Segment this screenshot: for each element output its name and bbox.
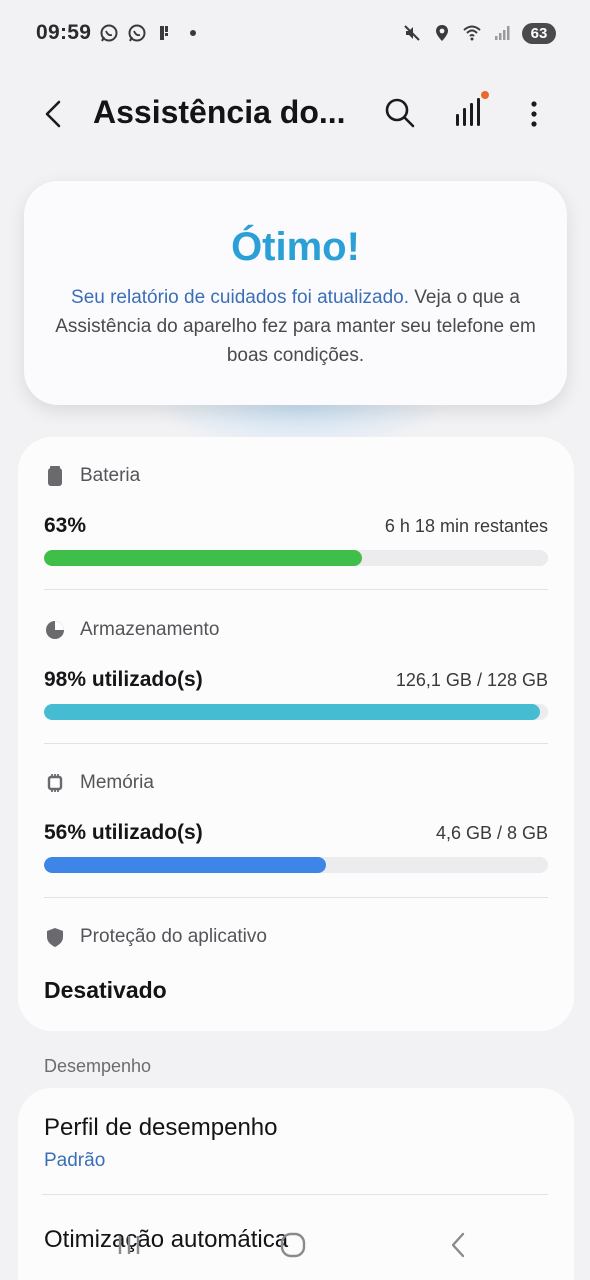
whatsapp-icon	[100, 24, 118, 42]
storage-bar	[44, 704, 548, 720]
battery-icon	[48, 466, 62, 486]
care-report-link[interactable]: Seu relatório de cuidados foi atualizado…	[71, 287, 409, 308]
divider	[44, 897, 548, 898]
battery-level: 63	[522, 22, 556, 44]
whatsapp-icon	[128, 24, 146, 42]
divider	[42, 1194, 548, 1195]
app-protection-section[interactable]: Proteção do aplicativo Desativado	[44, 925, 548, 1004]
location-icon	[436, 25, 448, 41]
section-header-performance: Desempenho	[44, 1056, 152, 1076]
signal-icon	[495, 26, 510, 40]
app-protection-status: Desativado	[44, 977, 167, 1003]
storage-label: Armazenamento	[80, 619, 220, 640]
diagnostics-icon[interactable]	[450, 90, 490, 132]
storage-amount: 126,1 GB / 128 GB	[395, 670, 548, 690]
storage-pie-icon	[46, 621, 64, 639]
care-report-card[interactable]: Ótimo! Seu relatório de cuidados foi atu…	[24, 181, 567, 405]
status-time: 09:59	[36, 21, 92, 44]
storage-bar-fill	[44, 704, 541, 720]
app-notification-icon	[160, 26, 169, 40]
shield-icon	[47, 928, 63, 947]
memory-bar-fill	[44, 857, 327, 873]
status-headline: Ótimo!	[231, 225, 360, 269]
battery-label: Bateria	[80, 465, 141, 486]
navigation-bar	[0, 1220, 590, 1280]
memory-bar	[44, 857, 548, 873]
more-options-icon[interactable]	[520, 96, 548, 132]
battery-percent: 63%	[44, 514, 87, 537]
storage-section[interactable]: Armazenamento 98% utilizado(s) 126,1 GB …	[44, 618, 548, 720]
back-arrow-icon[interactable]	[36, 96, 72, 132]
app-protection-label: Proteção do aplicativo	[80, 926, 267, 947]
status-bar: 09:59 63	[0, 0, 590, 66]
mute-icon	[404, 25, 420, 41]
app-bar: Assistência do...	[0, 76, 590, 152]
divider	[44, 743, 548, 744]
battery-bar-fill	[44, 550, 362, 566]
divider	[44, 589, 548, 590]
care-report-text: Seu relatório de cuidados foi atualizado…	[52, 283, 539, 370]
battery-bar	[44, 550, 548, 566]
storage-percent: 98% utilizado(s)	[44, 668, 203, 691]
dot-icon	[190, 30, 197, 36]
home-icon[interactable]	[278, 1230, 308, 1260]
memory-label: Memória	[80, 772, 154, 793]
memory-amount: 4,6 GB / 8 GB	[435, 823, 548, 843]
notification-dot	[481, 91, 489, 99]
nav-back-icon[interactable]	[446, 1230, 470, 1260]
recents-icon[interactable]	[114, 1232, 144, 1258]
search-icon[interactable]	[382, 95, 418, 131]
device-status-card: Bateria 63% 6 h 18 min restantes Armazen…	[18, 437, 574, 1031]
memory-section[interactable]: Memória 56% utilizado(s) 4,6 GB / 8 GB	[44, 771, 548, 873]
wifi-icon	[463, 25, 481, 41]
memory-percent: 56% utilizado(s)	[44, 821, 203, 844]
battery-remaining: 6 h 18 min restantes	[384, 516, 548, 536]
page-title: Assistência do...	[93, 94, 346, 130]
performance-profile-title[interactable]: Perfil de desempenho	[44, 1114, 277, 1142]
performance-profile-value: Padrão	[44, 1150, 106, 1171]
memory-chip-icon	[47, 774, 63, 792]
battery-section[interactable]: Bateria 63% 6 h 18 min restantes	[44, 464, 548, 566]
